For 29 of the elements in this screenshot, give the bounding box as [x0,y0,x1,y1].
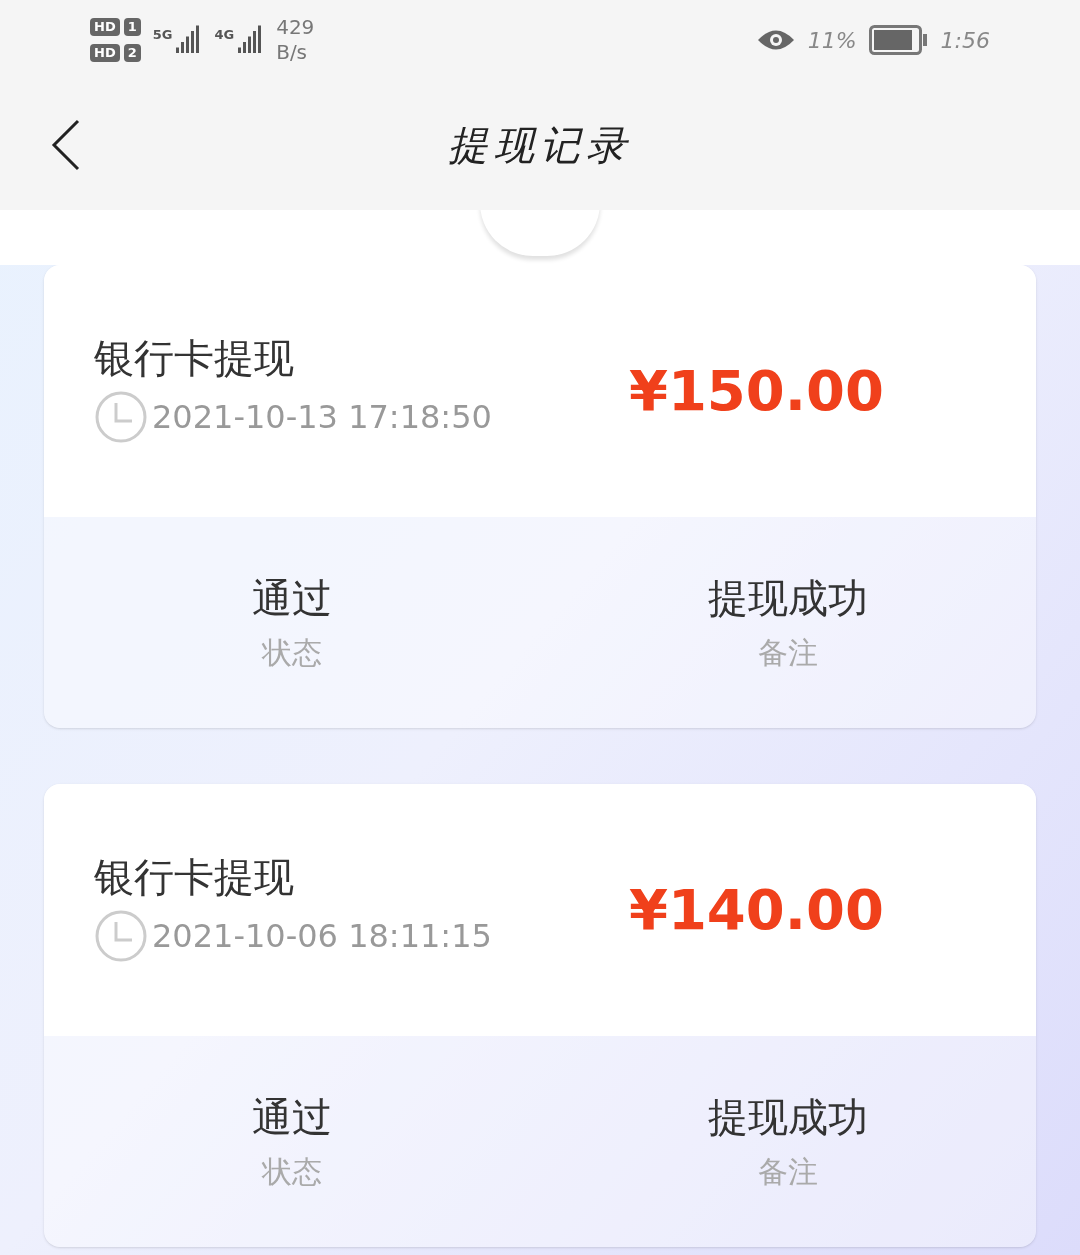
field-value: 通过 [252,577,332,618]
field-label: 状态 [262,637,322,668]
back-icon [50,119,80,171]
network-label: 4G [214,26,235,44]
record-title: 银行卡提现 [94,338,295,378]
amount: ¥150.00 [628,363,884,419]
field-value: 提现成功 [708,577,868,618]
sim-badge: 1 [123,18,141,36]
battery-icon [868,25,929,55]
sim-badge: 2 [123,44,141,62]
field-label: 状态 [262,1156,322,1187]
speed-unit: B/s [276,40,309,65]
battery-percent: 11% [807,26,857,55]
amount: ¥140.00 [628,882,884,938]
record-title: 银行卡提现 [94,857,295,897]
page-title: 提现记录 [448,121,632,170]
field-label: 备注 [758,637,818,668]
hd-badge: HD [90,18,120,36]
clock-time: 1:56 [940,26,990,55]
speed-value: 429 [276,15,315,40]
clock-icon [94,390,148,444]
clock-icon [94,909,148,963]
record-time: 2021-10-13 17:18:50 [152,401,492,433]
field-label: 备注 [758,1156,818,1187]
hd-badge: HD [90,44,120,62]
field-value: 提现成功 [708,1096,868,1137]
network-label: 5G [152,26,173,44]
field-value: 通过 [252,1096,332,1137]
record-time: 2021-10-06 18:11:15 [152,920,492,952]
